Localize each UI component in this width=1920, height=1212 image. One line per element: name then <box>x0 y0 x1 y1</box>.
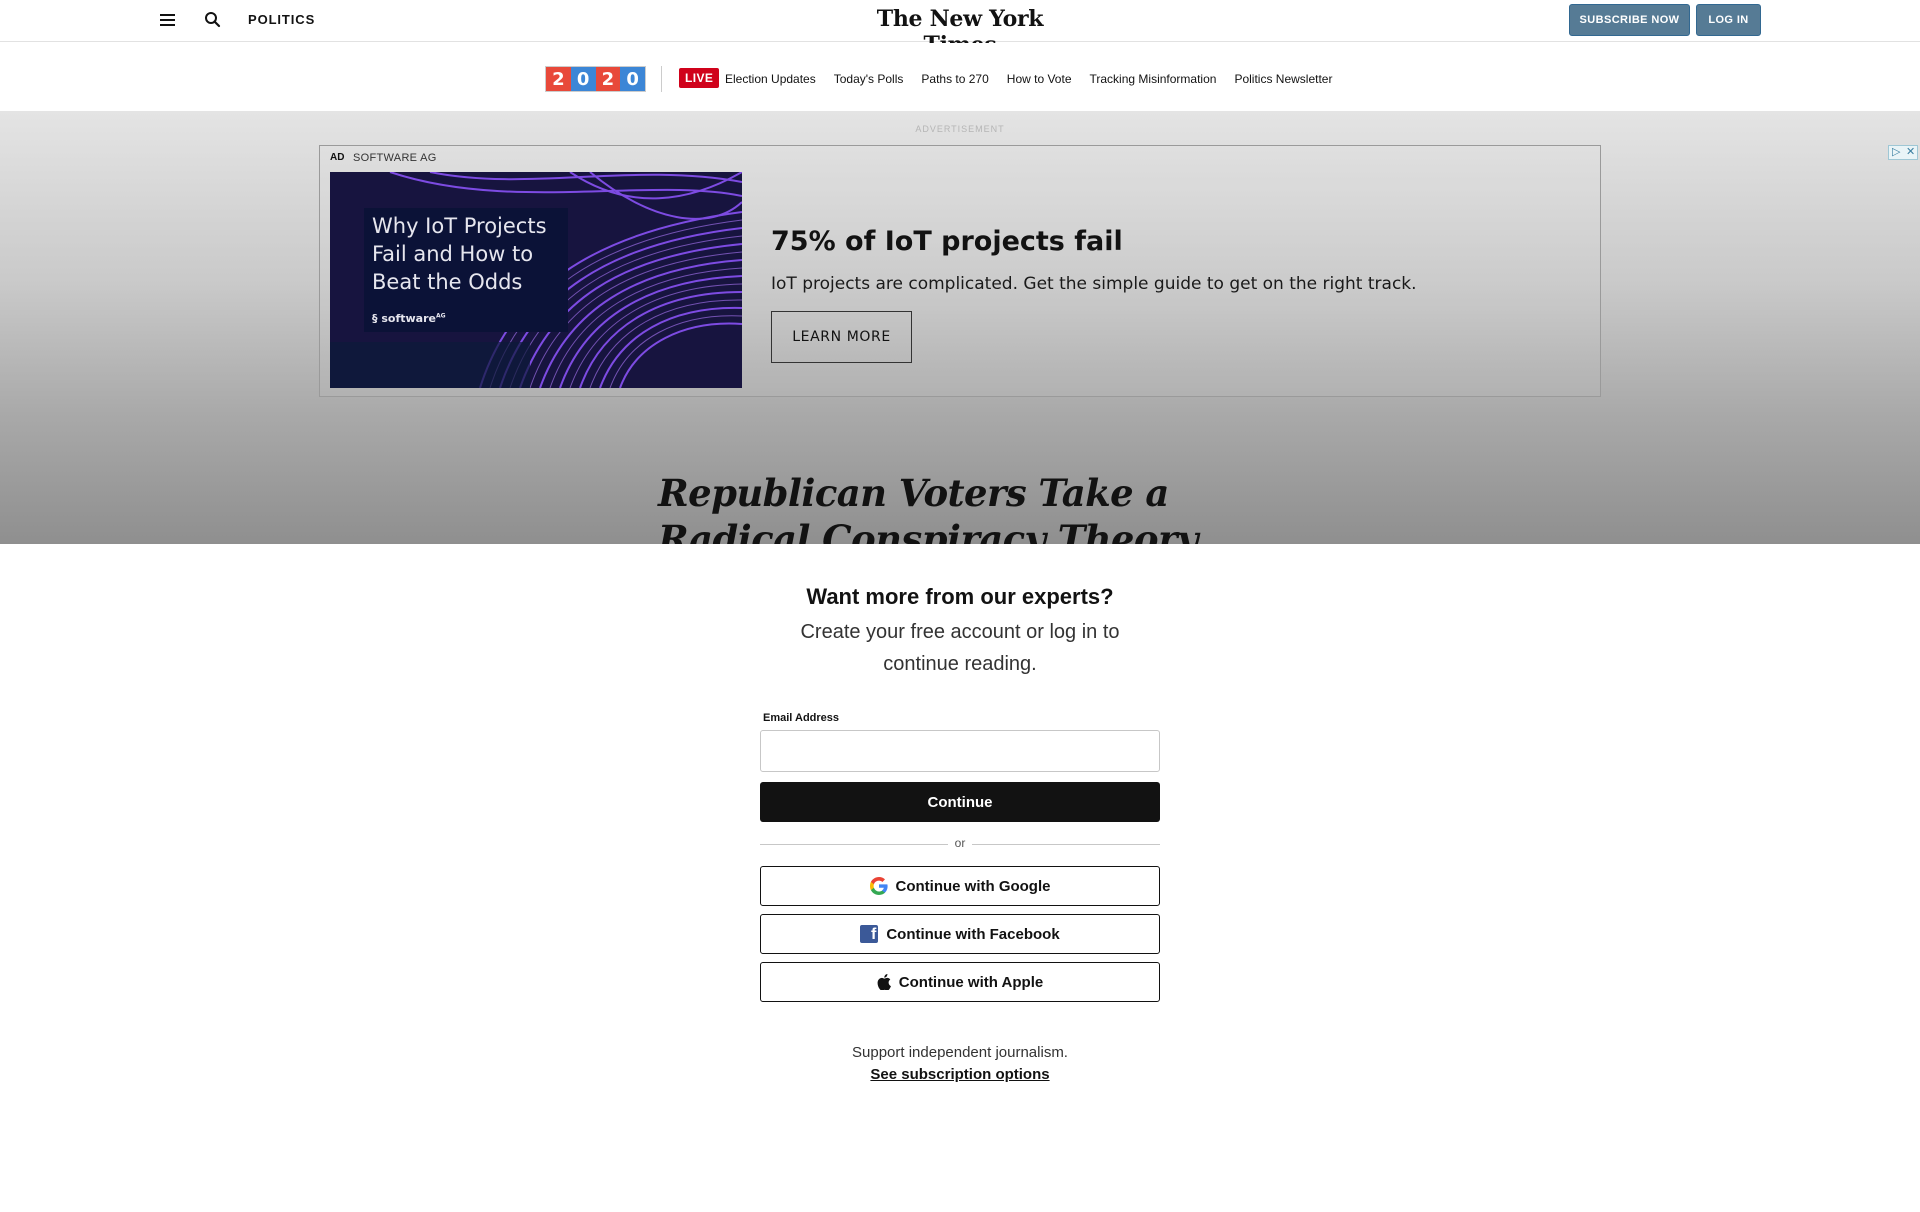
ad-headline[interactable]: 75% of IoT projects fail <box>771 226 1123 257</box>
nav-link-paths-to-270[interactable]: Paths to 270 <box>921 72 988 86</box>
ad-banner[interactable]: AD SOFTWARE AG Why IoT Projects Fail and… <box>319 145 1601 397</box>
registration-wall: Want more from our experts? Create your … <box>0 544 1920 1212</box>
apple-button-label: Continue with Apple <box>898 973 1044 991</box>
top-bar: POLITICS The New York Times SUBSCRIBE NO… <box>0 0 1920 58</box>
facebook-icon: f <box>860 925 879 943</box>
nav-link-tracking-misinformation[interactable]: Tracking Misinformation <box>1090 72 1217 86</box>
nav-link-how-to-vote[interactable]: How to Vote <box>1007 72 1072 86</box>
nav-link-election-updates[interactable]: Election Updates <box>725 72 816 86</box>
adchoices-icon[interactable]: ▷ ✕ <box>1888 145 1918 160</box>
ad-brand-text: software <box>381 312 436 325</box>
election-nav: 2 0 2 0 LIVE Election Updates Today's Po… <box>0 43 1920 111</box>
ad-image-title: Why IoT Projects Fail and How to Beat th… <box>372 214 547 294</box>
search-icon[interactable] <box>203 10 223 30</box>
google-icon <box>869 877 888 895</box>
or-text: or <box>954 836 966 850</box>
modal-subtitle: Create your free account or log in to co… <box>800 621 1120 675</box>
apple-icon <box>877 974 891 990</box>
software-ag-logo: § softwareAG <box>372 312 446 325</box>
live-badge[interactable]: LIVE <box>679 68 720 88</box>
ad-learn-more-button[interactable]: LEARN MORE <box>771 311 912 363</box>
continue-with-google-button[interactable]: Continue with Google <box>760 866 1160 906</box>
google-button-label: Continue with Google <box>895 877 1051 895</box>
nav-link-todays-polls[interactable]: Today's Polls <box>834 72 904 86</box>
year-digit: 2 <box>546 67 571 91</box>
year-digit: 0 <box>570 67 596 91</box>
facebook-button-label: Continue with Facebook <box>886 925 1060 943</box>
nav-link-politics-newsletter[interactable]: Politics Newsletter <box>1234 72 1332 86</box>
ad-tag: AD <box>330 152 345 163</box>
year-digit: 0 <box>620 67 645 91</box>
email-field[interactable] <box>760 730 1160 772</box>
advertisement-label: ADVERTISEMENT <box>915 124 1005 134</box>
ad-image[interactable]: Why IoT Projects Fail and How to Beat th… <box>330 172 742 388</box>
email-label: Email Address <box>763 712 840 724</box>
ad-sponsor: SOFTWARE AG <box>353 152 437 164</box>
section-politics-link[interactable]: POLITICS <box>248 12 315 27</box>
or-divider: or <box>760 836 1160 852</box>
hamburger-menu-icon[interactable] <box>160 12 178 28</box>
election-2020-badge[interactable]: 2 0 2 0 <box>545 66 646 92</box>
year-digit: 2 <box>595 67 621 91</box>
subscribe-button[interactable]: SUBSCRIBE NOW <box>1569 4 1690 36</box>
subscription-options-link[interactable]: See subscription options <box>0 1066 1920 1083</box>
modal-title: Want more from our experts? <box>806 584 1114 609</box>
login-button[interactable]: LOG IN <box>1696 4 1761 36</box>
continue-with-apple-button[interactable]: Continue with Apple <box>760 962 1160 1002</box>
continue-button[interactable]: Continue <box>760 782 1160 822</box>
continue-with-facebook-button[interactable]: f Continue with Facebook <box>760 914 1160 954</box>
nav-divider <box>661 66 662 92</box>
support-text: Support independent journalism. <box>852 1044 1068 1061</box>
election-nav-links: Election Updates Today's Polls Paths to … <box>725 72 1332 86</box>
ad-body: IoT projects are complicated. Get the si… <box>771 274 1417 294</box>
